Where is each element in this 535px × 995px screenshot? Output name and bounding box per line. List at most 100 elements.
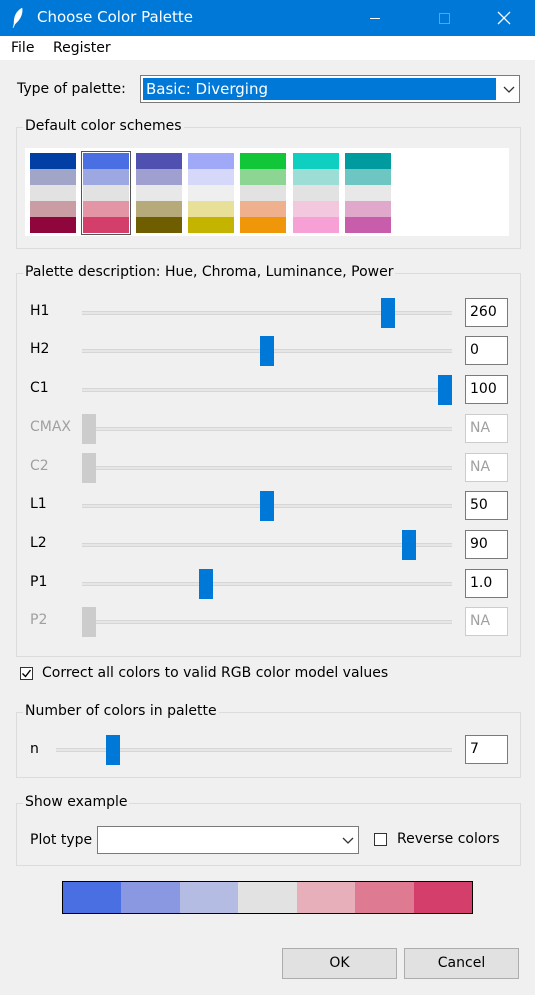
scheme-swatch: [240, 169, 286, 185]
scheme-swatch: [136, 185, 182, 201]
scheme-swatch: [83, 153, 129, 169]
scheme-swatch: [188, 185, 234, 201]
scheme-swatch: [293, 169, 339, 185]
scheme-swatch: [240, 201, 286, 217]
slider-track-h1[interactable]: [82, 311, 452, 315]
correct-colors-checkbox[interactable]: [20, 667, 33, 680]
preview-swatch: [121, 882, 180, 913]
palette-preview: [62, 881, 473, 914]
slider-track-p1[interactable]: [82, 582, 452, 586]
chevron-down-icon[interactable]: [503, 83, 515, 95]
scheme-swatch: [240, 217, 286, 233]
slider-thumb-h2[interactable]: [260, 336, 274, 366]
scheme-swatch: [136, 201, 182, 217]
scheme-swatch: [240, 153, 286, 169]
num-colors-label: n: [30, 741, 39, 757]
palette-type-value: Basic: Diverging: [143, 78, 496, 100]
palette-type-combobox[interactable]: Basic: Diverging: [140, 75, 520, 103]
color-scheme-6[interactable]: [293, 153, 339, 233]
preview-swatch: [413, 882, 472, 913]
scheme-swatch: [293, 201, 339, 217]
slider-thumb-p2: [82, 607, 96, 637]
num-colors-slider-thumb[interactable]: [105, 735, 120, 765]
color-scheme-1[interactable]: [30, 153, 76, 233]
color-scheme-4[interactable]: [188, 153, 234, 233]
slider-track-c1[interactable]: [82, 388, 452, 392]
default-schemes-title: Default color schemes: [23, 118, 184, 134]
reverse-colors-label: Reverse colors: [397, 831, 500, 847]
scheme-swatch: [83, 185, 129, 201]
minimize-icon: [370, 17, 380, 19]
slider-value-l2[interactable]: 90: [465, 530, 508, 559]
preview-swatch: [296, 882, 356, 913]
color-scheme-3[interactable]: [136, 153, 182, 233]
scheme-swatch: [345, 169, 391, 185]
checkmark-icon: [22, 669, 32, 678]
slider-label-h2: H2: [30, 341, 50, 357]
scheme-swatch: [136, 217, 182, 233]
slider-value-p1[interactable]: 1.0: [465, 569, 508, 598]
minimize-button[interactable]: [352, 0, 398, 36]
menu-file[interactable]: File: [11, 40, 34, 56]
scheme-swatch: [30, 153, 76, 169]
slider-value-c1[interactable]: 100: [465, 375, 508, 404]
slider-track-l2[interactable]: [82, 543, 452, 547]
slider-label-c1: C1: [30, 380, 49, 396]
slider-label-p1: P1: [30, 574, 48, 590]
maximize-button[interactable]: [421, 0, 467, 36]
ok-button[interactable]: OK: [282, 948, 397, 979]
color-scheme-2[interactable]: [81, 151, 131, 235]
preview-swatch: [238, 882, 297, 913]
slider-thumb-h1[interactable]: [381, 298, 396, 328]
cancel-button[interactable]: Cancel: [404, 948, 519, 979]
scheme-swatch: [136, 153, 182, 169]
slider-value-h2[interactable]: 0: [465, 336, 508, 365]
title-bar[interactable]: Choose Color Palette: [0, 0, 535, 36]
slider-value-l1[interactable]: 50: [465, 491, 508, 520]
preview-swatch: [179, 882, 239, 913]
slider-label-p2: P2: [30, 612, 48, 628]
slider-thumb-c1[interactable]: [438, 375, 452, 405]
slider-track-p2: [82, 620, 452, 624]
scheme-swatch: [188, 153, 234, 169]
scheme-swatch: [188, 217, 234, 233]
scheme-swatch: [293, 153, 339, 169]
close-icon: [497, 11, 511, 25]
scheme-swatch: [30, 217, 76, 233]
slider-value-p2: NA: [465, 607, 508, 636]
slider-value-h1[interactable]: 260: [465, 298, 508, 327]
scheme-swatch: [293, 217, 339, 233]
scheme-swatch: [345, 185, 391, 201]
num-colors-group: [16, 712, 521, 778]
reverse-colors-checkbox[interactable]: [374, 833, 387, 846]
scheme-swatch: [345, 201, 391, 217]
preview-swatch: [63, 882, 122, 913]
schemes-panel: [25, 148, 509, 236]
close-button[interactable]: [481, 0, 527, 36]
menu-register[interactable]: Register: [53, 40, 111, 56]
slider-thumb-c2: [82, 453, 96, 483]
scheme-swatch: [30, 201, 76, 217]
slider-thumb-p1[interactable]: [199, 569, 214, 599]
plot-type-combobox[interactable]: [97, 826, 359, 854]
scheme-swatch: [83, 217, 129, 233]
num-colors-title: Number of colors in palette: [23, 703, 219, 719]
color-scheme-7[interactable]: [345, 153, 391, 233]
scheme-swatch: [30, 169, 76, 185]
slider-thumb-l2[interactable]: [402, 530, 417, 560]
scheme-swatch: [83, 201, 129, 217]
scheme-swatch: [188, 169, 234, 185]
slider-value-cmax: NA: [465, 414, 508, 443]
window-title: Choose Color Palette: [37, 8, 194, 26]
slider-thumb-l1[interactable]: [260, 491, 274, 521]
chevron-down-icon[interactable]: [342, 834, 354, 846]
feather-icon: [12, 7, 23, 29]
scheme-swatch: [293, 185, 339, 201]
slider-label-l1: L1: [30, 496, 47, 512]
color-scheme-5[interactable]: [240, 153, 286, 233]
show-example-title: Show example: [23, 794, 130, 810]
slider-track-c2: [82, 466, 452, 470]
num-colors-field[interactable]: 7: [465, 735, 508, 764]
scheme-swatch: [345, 217, 391, 233]
slider-label-c2: C2: [30, 458, 49, 474]
